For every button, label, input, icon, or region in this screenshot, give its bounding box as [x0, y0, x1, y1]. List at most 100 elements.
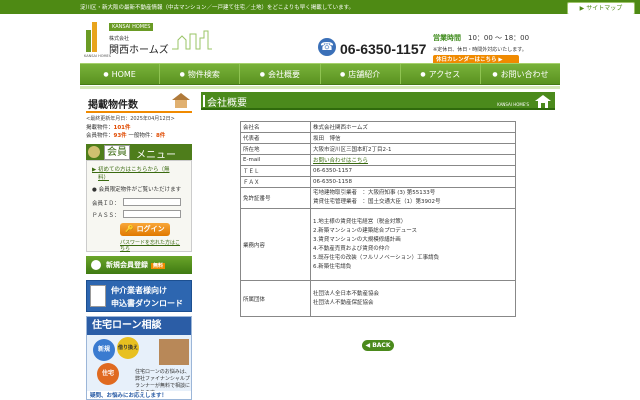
town-illustration-icon: [172, 30, 212, 50]
row-value: お問い合わせはこちら: [310, 154, 516, 166]
member-badge-icon: [88, 146, 100, 158]
total-count: 掲載物件：101件: [86, 125, 131, 131]
first-time-link-cont[interactable]: 料）: [98, 173, 109, 181]
nav-bullet-icon: ●: [259, 71, 266, 78]
title-bar-accent: [203, 95, 205, 107]
home-icon: [535, 95, 551, 108]
listing-count-title: 掲載物件数: [88, 100, 138, 111]
table-row: E-mail お問い合わせはこちら: [240, 154, 516, 166]
nav-stores[interactable]: ● 店舗紹介: [321, 64, 401, 84]
nav-bullet-icon: ●: [339, 71, 346, 78]
nav-label: お問い合わせ: [500, 70, 549, 79]
loan-consult-banner[interactable]: 住宅ローン相談 新規 借り換え 住宅 住宅ローンのお悩みは、弊社ファイナンシャル…: [86, 316, 192, 400]
logo-mark-icon[interactable]: [86, 22, 98, 52]
house-icon: [172, 93, 190, 108]
free-badge: 無料: [151, 263, 166, 269]
dl-line2: 申込書ダウンロード: [111, 299, 183, 308]
row-value: 06-6350-1157: [310, 165, 516, 177]
logo-en: KANSAI HOMES: [84, 54, 111, 58]
register-button[interactable]: 新規会員登録 無料: [86, 256, 192, 274]
header: KANSAI HOMES KANSAI HOMES 株式会社 関西ホームズ ☎ …: [0, 14, 640, 65]
house-photo-icon: [159, 339, 189, 365]
contact-link[interactable]: お問い合わせはこちら: [313, 158, 368, 164]
table-row: 業務内容 1.地主様の賃貸住宅経営（税金対策） 2.新築マンションの建築総合プロデ…: [240, 208, 516, 281]
row-value: 株式会社関西ホームズ: [310, 121, 516, 133]
row-value: 宅地建物取引業者 ：大阪府知事 (3) 第55133号 賃貸住宅管理業者 ：国土交…: [310, 187, 516, 209]
last-updated: <最終更新年月日：2025年04月12日>: [86, 116, 175, 122]
id-label: 会員ＩＤ：: [92, 201, 120, 207]
broker-download-banner[interactable]: 仲介業者様向け 申込書ダウンロード: [86, 280, 192, 312]
row-value: 社団法人全日本不動産協会 社団法人不動産保証協会: [310, 280, 516, 317]
loan-refinance-badge: 借り換え: [117, 337, 139, 359]
table-row: 所属団体 社団法人全日本不動産協会 社団法人不動産保証協会: [240, 280, 516, 317]
brand-label: KANSAI HOME'S: [497, 102, 529, 107]
title-rule: [86, 111, 192, 113]
table-row: 代表者 坂田 博信: [240, 132, 516, 144]
company-info-table: 会社名 株式会社関西ホームズ 代表者 坂田 博信 所在地 大阪市淀川区三国本町2丁目2…: [240, 121, 516, 317]
company-overview-header: 会社概要 KANSAI HOME'S: [201, 92, 555, 110]
hours-note: ※定休日、休日・時間外対応いたします。: [433, 47, 527, 53]
document-icon: [90, 285, 106, 307]
nav-label: アクセス: [428, 70, 461, 79]
row-value: 1.地主様の賃貸住宅経営（税金対策） 2.新築マンションの建築総合プロデュース 3.…: [310, 208, 516, 281]
member-menu-title2: メニュー: [136, 150, 176, 161]
hours-label: 営業時間: [433, 34, 461, 42]
key-icon: 🔑: [125, 225, 135, 233]
row-key: 免許証番号: [240, 187, 311, 209]
forgot-password-link-cont[interactable]: ちら: [120, 245, 130, 252]
phone-number: 06-6350-1157: [340, 41, 427, 57]
row-key: ＴＥＬ: [240, 165, 311, 177]
dl-line1: 仲介業者様向け: [111, 286, 167, 295]
nav-company[interactable]: ● 会社概要: [240, 64, 321, 84]
member-id-input[interactable]: [123, 198, 181, 206]
row-value: 06-6350-1158: [310, 176, 516, 188]
password-input[interactable]: [123, 210, 181, 218]
nav-home[interactable]: ● HOME: [80, 64, 161, 84]
table-row: 会社名 株式会社関西ホームズ: [240, 121, 516, 133]
login-note: ● 会員限定物件がご覧いただけます: [92, 187, 182, 193]
sitemap-label: サイトマップ: [586, 5, 623, 12]
page-title: 会社概要: [207, 98, 247, 109]
main-nav: ● HOME ● 物件検索 ● 会社概要 ● 店舗紹介 ● アクセス ● お問い合わせ: [80, 63, 560, 85]
nav-label: 店舗紹介: [348, 70, 381, 79]
nav-contact[interactable]: ● お問い合わせ: [481, 64, 560, 84]
hours-value: 10：00 ～ 18：00: [468, 34, 530, 42]
nav-property-search[interactable]: ● 物件検索: [160, 64, 241, 84]
pass-label: ＰＡＳＳ：: [92, 213, 120, 219]
logo-tag: KANSAI HOMES: [109, 23, 154, 31]
back-button[interactable]: ◀ BACK: [362, 340, 394, 351]
nav-bullet-icon: ●: [103, 71, 109, 78]
row-key: E-mail: [240, 154, 311, 166]
register-icon: [91, 260, 101, 270]
row-key: 代表者: [240, 132, 311, 144]
row-key: 会社名: [240, 121, 311, 133]
nav-label: 会社概要: [268, 70, 301, 79]
loan-new-badge: 新規: [93, 339, 115, 361]
nav-bullet-icon: ●: [179, 71, 185, 78]
login-button[interactable]: 🔑 ログイン: [120, 223, 170, 236]
site-tagline: 淀川区・新大阪の最新不動産情報（中古マンション／一戸建て住宅／土地）をどこよりも…: [80, 5, 355, 11]
nav-label: 物件検索: [187, 70, 220, 79]
logo-name[interactable]: 関西ホームズ: [109, 41, 169, 56]
nav-divider: [80, 86, 560, 89]
row-key: 所属団体: [240, 280, 311, 317]
nav-bullet-icon: ●: [492, 71, 498, 78]
nav-label: HOME: [111, 70, 136, 79]
row-key: 所在地: [240, 143, 311, 155]
loan-footer: 疑問、お悩みにお応えします！: [87, 391, 191, 399]
phone-icon: ☎: [318, 38, 336, 56]
loan-title: 住宅ローン相談: [87, 317, 191, 335]
row-key: 業務内容: [240, 208, 311, 281]
loan-house-badge: 住宅: [97, 363, 119, 385]
member-menu-header: 会員 メニュー: [86, 144, 192, 161]
table-row: 所在地 大阪市淀川区三国本町2丁目2-1: [240, 143, 516, 155]
arrow-icon: ▶: [579, 5, 585, 12]
row-value: 大阪市淀川区三国本町2丁目2-1: [310, 143, 516, 155]
table-row: 免許証番号 宅地建物取引業者 ：大阪府知事 (3) 第55133号 賃貸住宅管理業…: [240, 187, 516, 209]
row-key: ＦＡＸ: [240, 176, 311, 188]
nav-bullet-icon: ●: [420, 71, 426, 78]
row-value: 坂田 博信: [310, 132, 516, 144]
member-general-count: 会員物件：93件 一般物件：8件: [86, 133, 166, 139]
nav-access[interactable]: ● アクセス: [401, 64, 481, 84]
first-time-link[interactable]: ▶ 初めての方はこちらから（無: [92, 165, 170, 173]
